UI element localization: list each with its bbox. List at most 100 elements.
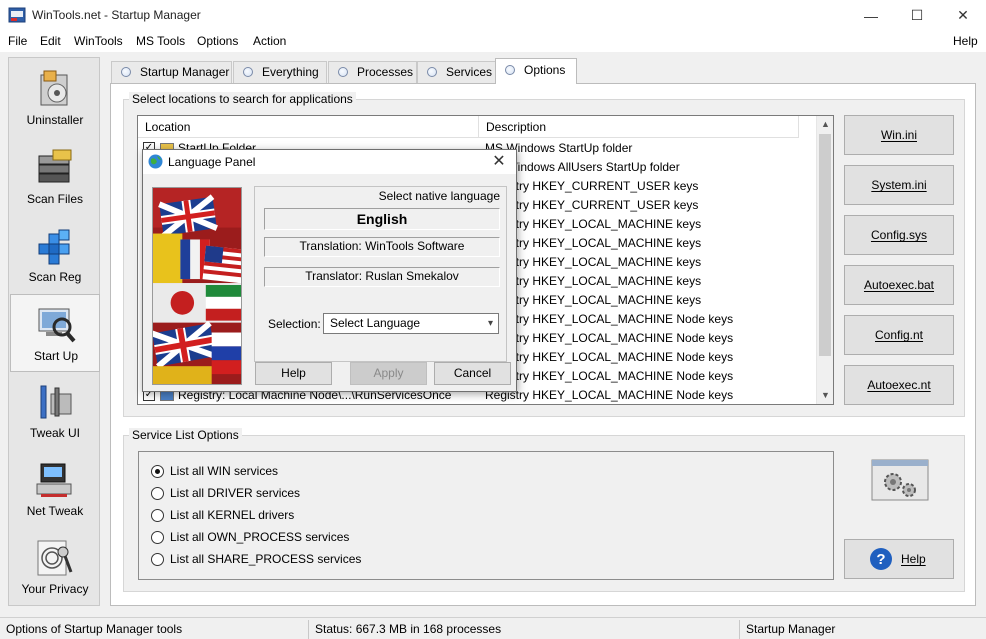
scroll-down-icon[interactable]: ▼ bbox=[817, 387, 833, 404]
scroll-thumb[interactable] bbox=[819, 134, 831, 356]
language-select[interactable]: Select Language ▾ bbox=[323, 313, 499, 334]
tab-label: Processes bbox=[357, 65, 414, 79]
language-info-frame: Select native language English Translati… bbox=[254, 186, 507, 362]
tab-radio-icon bbox=[121, 67, 131, 77]
menu-ms-tools[interactable]: MS Tools bbox=[136, 34, 185, 48]
translator-credit: Translator: Ruslan Smekalov bbox=[264, 267, 500, 287]
dialog-title-bar: Language Panel ✕ bbox=[143, 150, 516, 174]
radio-button-icon bbox=[151, 553, 164, 566]
tab-services[interactable]: Services bbox=[417, 61, 496, 83]
status-right: Startup Manager bbox=[746, 622, 836, 636]
radio-own-process-services[interactable]: List all OWN_PROCESS services bbox=[151, 528, 349, 546]
chevron-down-icon: ▾ bbox=[487, 318, 493, 329]
flags-image bbox=[152, 187, 242, 385]
radio-kernel-drivers[interactable]: List all KERNEL drivers bbox=[151, 506, 294, 524]
radio-button-icon bbox=[151, 465, 164, 478]
win-ini-button[interactable]: Win.ini bbox=[844, 115, 954, 155]
translation-credit: Translation: WinTools Software bbox=[264, 237, 500, 257]
radio-label: List all WIN services bbox=[170, 464, 279, 478]
radio-label: List all KERNEL drivers bbox=[170, 508, 295, 522]
config-sys-button[interactable]: Config.sys bbox=[844, 215, 954, 255]
row-description: Registry HKEY_CURRENT_USER keys bbox=[485, 179, 699, 193]
tab-label: Startup Manager bbox=[140, 65, 230, 79]
sidebar-item-scan-reg[interactable]: Scan Reg bbox=[10, 216, 100, 294]
row-description: Registry HKEY_LOCAL_MACHINE keys bbox=[485, 255, 702, 269]
native-language-label: Select native language bbox=[378, 189, 500, 203]
globe-icon bbox=[148, 154, 163, 169]
menu-wintools[interactable]: WinTools bbox=[74, 34, 123, 48]
tab-radio-icon bbox=[505, 65, 515, 75]
radio-button-icon bbox=[151, 531, 164, 544]
column-header-description[interactable]: Description bbox=[479, 116, 799, 138]
radio-label: List all OWN_PROCESS services bbox=[170, 530, 350, 544]
list-scrollbar[interactable]: ▲ ▼ bbox=[816, 116, 833, 404]
row-description: Registry HKEY_LOCAL_MACHINE keys bbox=[485, 217, 702, 231]
radio-button-icon bbox=[151, 487, 164, 500]
locations-group-title: Select locations to search for applicati… bbox=[129, 92, 356, 106]
dialog-cancel-button[interactable]: Cancel bbox=[434, 362, 511, 385]
autoexec-nt-button[interactable]: Autoexec.nt bbox=[844, 365, 954, 405]
sidebar-item-net-tweak[interactable]: Net Tweak bbox=[10, 450, 100, 528]
net-tweak-icon bbox=[36, 463, 72, 497]
maximize-button[interactable]: ☐ bbox=[894, 0, 940, 31]
radio-label: List all SHARE_PROCESS services bbox=[170, 552, 362, 566]
tab-radio-icon bbox=[338, 67, 348, 77]
sidebar-item-label: Tweak UI bbox=[29, 426, 80, 440]
sidebar-item-start-up[interactable]: Start Up bbox=[10, 294, 100, 372]
selection-label: Selection: bbox=[268, 317, 321, 331]
sidebar-item-your-privacy[interactable]: Your Privacy bbox=[10, 528, 100, 606]
column-header-location[interactable]: Location bbox=[138, 116, 479, 138]
radio-label: List all DRIVER services bbox=[170, 486, 301, 500]
minimize-button[interactable]: — bbox=[848, 0, 894, 31]
gears-icon bbox=[871, 459, 929, 501]
sidebar-item-label: Your Privacy bbox=[21, 582, 89, 596]
menu-bar: File Edit WinTools MS Tools Options Acti… bbox=[0, 31, 986, 52]
scan-reg-icon bbox=[38, 229, 70, 265]
menu-edit[interactable]: Edit bbox=[40, 34, 61, 48]
sidebar-item-label: Scan Files bbox=[26, 192, 84, 206]
close-button[interactable]: ✕ bbox=[940, 0, 986, 31]
tab-label: Services bbox=[446, 65, 493, 79]
tab-startup-manager[interactable]: Startup Manager bbox=[111, 61, 232, 83]
sidebar-item-scan-files[interactable]: Scan Files bbox=[10, 138, 100, 216]
menu-action[interactable]: Action bbox=[253, 34, 286, 48]
service-help-button[interactable]: ? Help bbox=[844, 539, 954, 579]
status-bar: Options of Startup Manager tools Status:… bbox=[0, 617, 986, 639]
menu-file[interactable]: File bbox=[8, 34, 27, 48]
sidebar-item-uninstaller[interactable]: Uninstaller bbox=[10, 59, 100, 137]
radio-share-process-services[interactable]: List all SHARE_PROCESS services bbox=[151, 550, 361, 568]
row-description: Registry HKEY_CURRENT_USER keys bbox=[485, 198, 699, 212]
uninstaller-icon bbox=[40, 70, 68, 106]
tweak-ui-icon bbox=[40, 385, 72, 419]
row-description: Registry HKEY_LOCAL_MACHINE keys bbox=[485, 236, 702, 250]
autoexec-bat-button[interactable]: Autoexec.bat bbox=[844, 265, 954, 305]
tab-everything[interactable]: Everything bbox=[233, 61, 327, 83]
tab-label: Options bbox=[524, 63, 566, 77]
system-ini-button[interactable]: System.ini bbox=[844, 165, 954, 205]
row-description: Registry HKEY_LOCAL_MACHINE Node keys bbox=[485, 369, 734, 383]
scan-files-icon bbox=[38, 149, 72, 183]
sidebar-item-label: Scan Reg bbox=[28, 270, 82, 284]
radio-driver-services[interactable]: List all DRIVER services bbox=[151, 484, 300, 502]
config-nt-button[interactable]: Config.nt bbox=[844, 315, 954, 355]
dialog-apply-button[interactable]: Apply bbox=[350, 362, 427, 385]
sidebar-item-tweak-ui[interactable]: Tweak UI bbox=[10, 372, 100, 450]
radio-win-services[interactable]: List all WIN services bbox=[151, 462, 278, 480]
tab-radio-icon bbox=[243, 67, 253, 77]
service-options-title: Service List Options bbox=[129, 428, 242, 442]
tab-options[interactable]: Options bbox=[495, 58, 577, 84]
menu-help[interactable]: Help bbox=[953, 34, 978, 48]
dialog-close-button[interactable]: ✕ bbox=[488, 151, 510, 173]
row-description: Registry HKEY_LOCAL_MACHINE Node keys bbox=[485, 388, 734, 402]
tab-processes[interactable]: Processes bbox=[328, 61, 417, 83]
app-icon bbox=[8, 7, 26, 23]
scroll-up-icon[interactable]: ▲ bbox=[817, 116, 833, 133]
tools-sidebar: Uninstaller Scan Files Scan Reg Start Up… bbox=[8, 57, 100, 606]
row-description: Registry HKEY_LOCAL_MACHINE keys bbox=[485, 274, 702, 288]
dialog-help-button[interactable]: Help bbox=[255, 362, 332, 385]
window-title: WinTools.net - Startup Manager bbox=[32, 8, 201, 22]
current-language: English bbox=[264, 208, 500, 230]
status-middle: Status: 667.3 MB in 168 processes bbox=[309, 620, 740, 639]
menu-options[interactable]: Options bbox=[197, 34, 238, 48]
row-description: Registry HKEY_LOCAL_MACHINE Node keys bbox=[485, 331, 734, 345]
